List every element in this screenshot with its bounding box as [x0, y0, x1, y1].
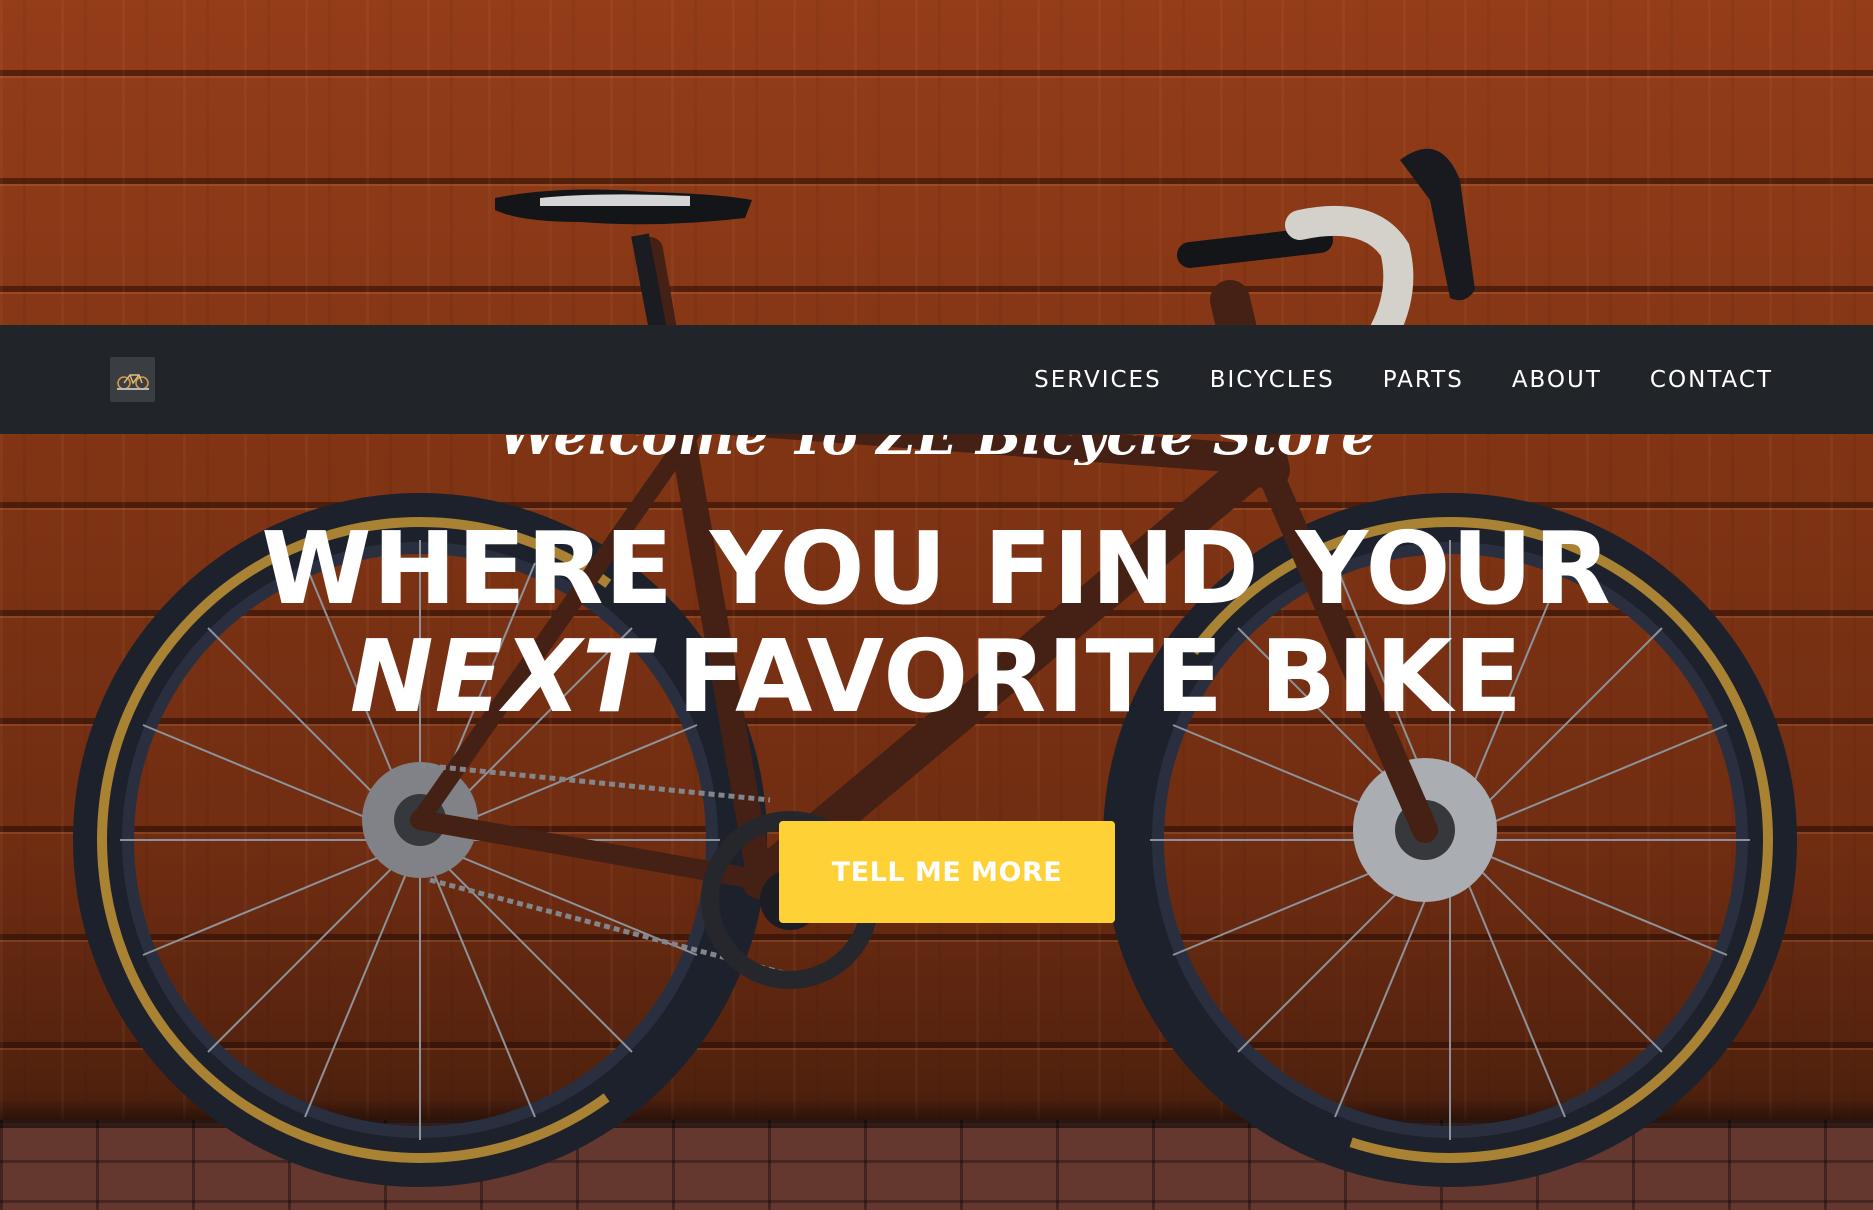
- hero-heading-line1: WHERE YOU FIND YOUR: [261, 510, 1612, 627]
- nav-link-services[interactable]: SERVICES: [1010, 367, 1186, 393]
- nav-links: SERVICES BICYCLES PARTS ABOUT CONTACT: [1010, 367, 1773, 393]
- hero-heading-line2: FAVORITE BIKE: [677, 618, 1524, 735]
- hero-heading: WHERE YOU FIND YOUR NEXT FAVORITE BIKE: [0, 515, 1873, 731]
- main-navbar: SERVICES BICYCLES PARTS ABOUT CONTACT: [0, 325, 1873, 434]
- hero-heading-emphasis: NEXT: [349, 618, 652, 735]
- nav-link-bicycles[interactable]: BICYCLES: [1186, 367, 1359, 393]
- bicycle-logo-icon: [116, 373, 149, 390]
- tell-me-more-button[interactable]: TELL ME MORE: [779, 821, 1115, 923]
- nav-link-contact[interactable]: CONTACT: [1626, 367, 1773, 393]
- nav-link-parts[interactable]: PARTS: [1359, 367, 1488, 393]
- nav-link-about[interactable]: ABOUT: [1488, 367, 1626, 393]
- brand-logo[interactable]: [110, 357, 155, 402]
- hero-section: Welcome To ZE Bicycle Store SERVICES BIC…: [0, 0, 1873, 1210]
